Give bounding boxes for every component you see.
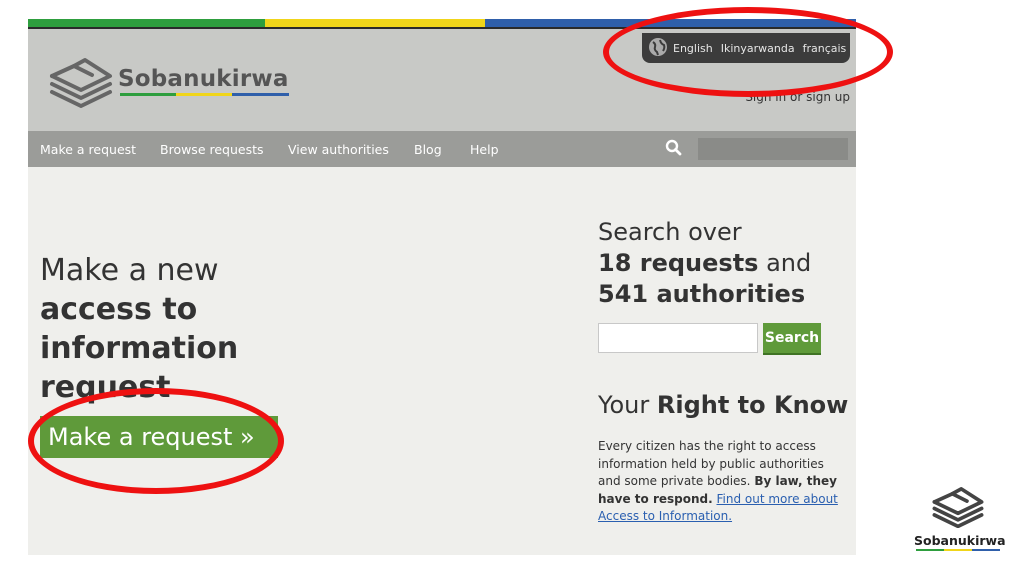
nav-blog[interactable]: Blog: [414, 131, 442, 167]
logo-underline: [120, 93, 289, 96]
site-logo[interactable]: Sobanukirwa: [48, 54, 289, 108]
stripe-yellow: [265, 19, 485, 27]
signin-link-container: Sign in or sign up: [745, 90, 850, 104]
main-content: Make a new access to information request…: [28, 167, 856, 555]
search-input[interactable]: [598, 323, 758, 353]
language-english[interactable]: English: [673, 42, 713, 55]
right-to-know-title: Your Right to Know: [598, 391, 848, 419]
watermark-text: Sobanukirwa: [914, 533, 1006, 548]
hero-line-2: access to: [40, 292, 198, 327]
watermark-stacked-papers-icon: [914, 484, 1002, 532]
authorities-count: 541 authorities: [598, 280, 806, 308]
language-french[interactable]: français: [803, 42, 847, 55]
search-heading-line-2: 18 requests and: [598, 248, 811, 279]
search-icon[interactable]: [665, 139, 683, 161]
site-header: Sobanukirwa English Ikinyarwanda françai…: [28, 29, 856, 131]
language-kinyarwanda[interactable]: Ikinyarwanda: [721, 42, 795, 55]
make-request-button[interactable]: Make a request »: [40, 416, 278, 458]
stripe-blue: [485, 19, 856, 27]
right-to-know-body: Every citizen has the right to access in…: [598, 438, 838, 526]
hero-line-1: Make a new: [40, 253, 219, 288]
nav-make-request[interactable]: Make a request: [40, 131, 136, 167]
main-nav: Make a request Browse requests View auth…: [28, 131, 856, 167]
hero-line-4: request: [40, 370, 171, 405]
nav-help[interactable]: Help: [470, 131, 499, 167]
watermark-underline: [916, 549, 1000, 551]
search-and: and: [766, 249, 812, 277]
watermark-logo: Sobanukirwa: [914, 484, 1006, 551]
nav-browse-requests[interactable]: Browse requests: [160, 131, 264, 167]
right-to-know-bold: Right to Know: [656, 391, 849, 419]
globe-icon: [648, 37, 668, 60]
nav-view-authorities[interactable]: View authorities: [288, 131, 389, 167]
nav-search-input[interactable]: [698, 138, 848, 160]
signin-link[interactable]: Sign in or sign up: [745, 90, 850, 104]
search-heading-line-1: Search over: [598, 218, 742, 246]
logo-text: Sobanukirwa: [118, 66, 289, 96]
search-heading: Search over 18 requests and 541 authorit…: [598, 217, 811, 310]
search-button[interactable]: Search: [763, 323, 821, 355]
stripe-green: [28, 19, 265, 27]
requests-count: 18 requests: [598, 249, 759, 277]
language-switcher: English Ikinyarwanda français: [642, 33, 850, 63]
brand-color-stripe: [28, 19, 856, 27]
stacked-papers-icon: [48, 54, 114, 108]
hero-line-3: information: [40, 331, 239, 366]
right-to-know-prefix: Your: [598, 391, 650, 419]
hero-heading: Make a new access to information request: [40, 251, 238, 407]
